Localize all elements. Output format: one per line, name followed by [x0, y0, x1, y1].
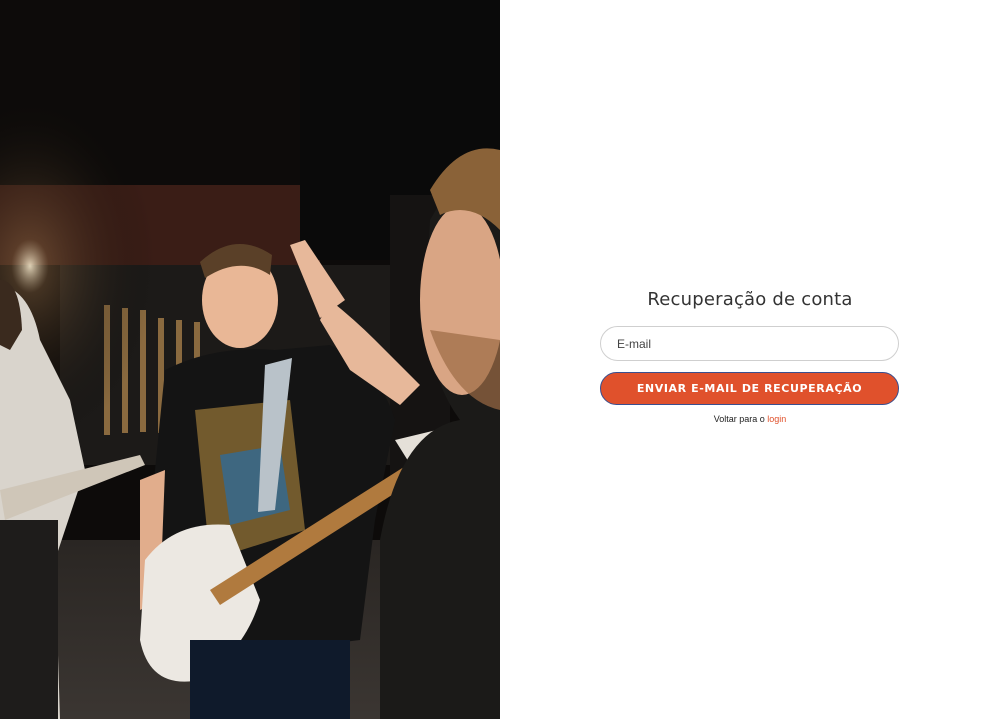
form-panel: Recuperação de conta ENVIAR E-MAIL DE RE…	[500, 0, 1000, 719]
background-photo	[0, 0, 500, 719]
send-recovery-email-button[interactable]: ENVIAR E-MAIL DE RECUPERAÇÃO	[600, 372, 899, 405]
login-link[interactable]: login	[767, 414, 786, 424]
page: Recuperação de conta ENVIAR E-MAIL DE RE…	[0, 0, 1000, 719]
band-photo-illustration	[0, 0, 500, 719]
back-to-login-line: Voltar para o login	[600, 414, 900, 424]
back-to-login-text: Voltar para o	[713, 414, 765, 424]
page-title: Recuperação de conta	[647, 289, 853, 310]
email-input[interactable]	[600, 326, 899, 361]
recovery-form: Recuperação de conta ENVIAR E-MAIL DE RE…	[600, 289, 900, 424]
